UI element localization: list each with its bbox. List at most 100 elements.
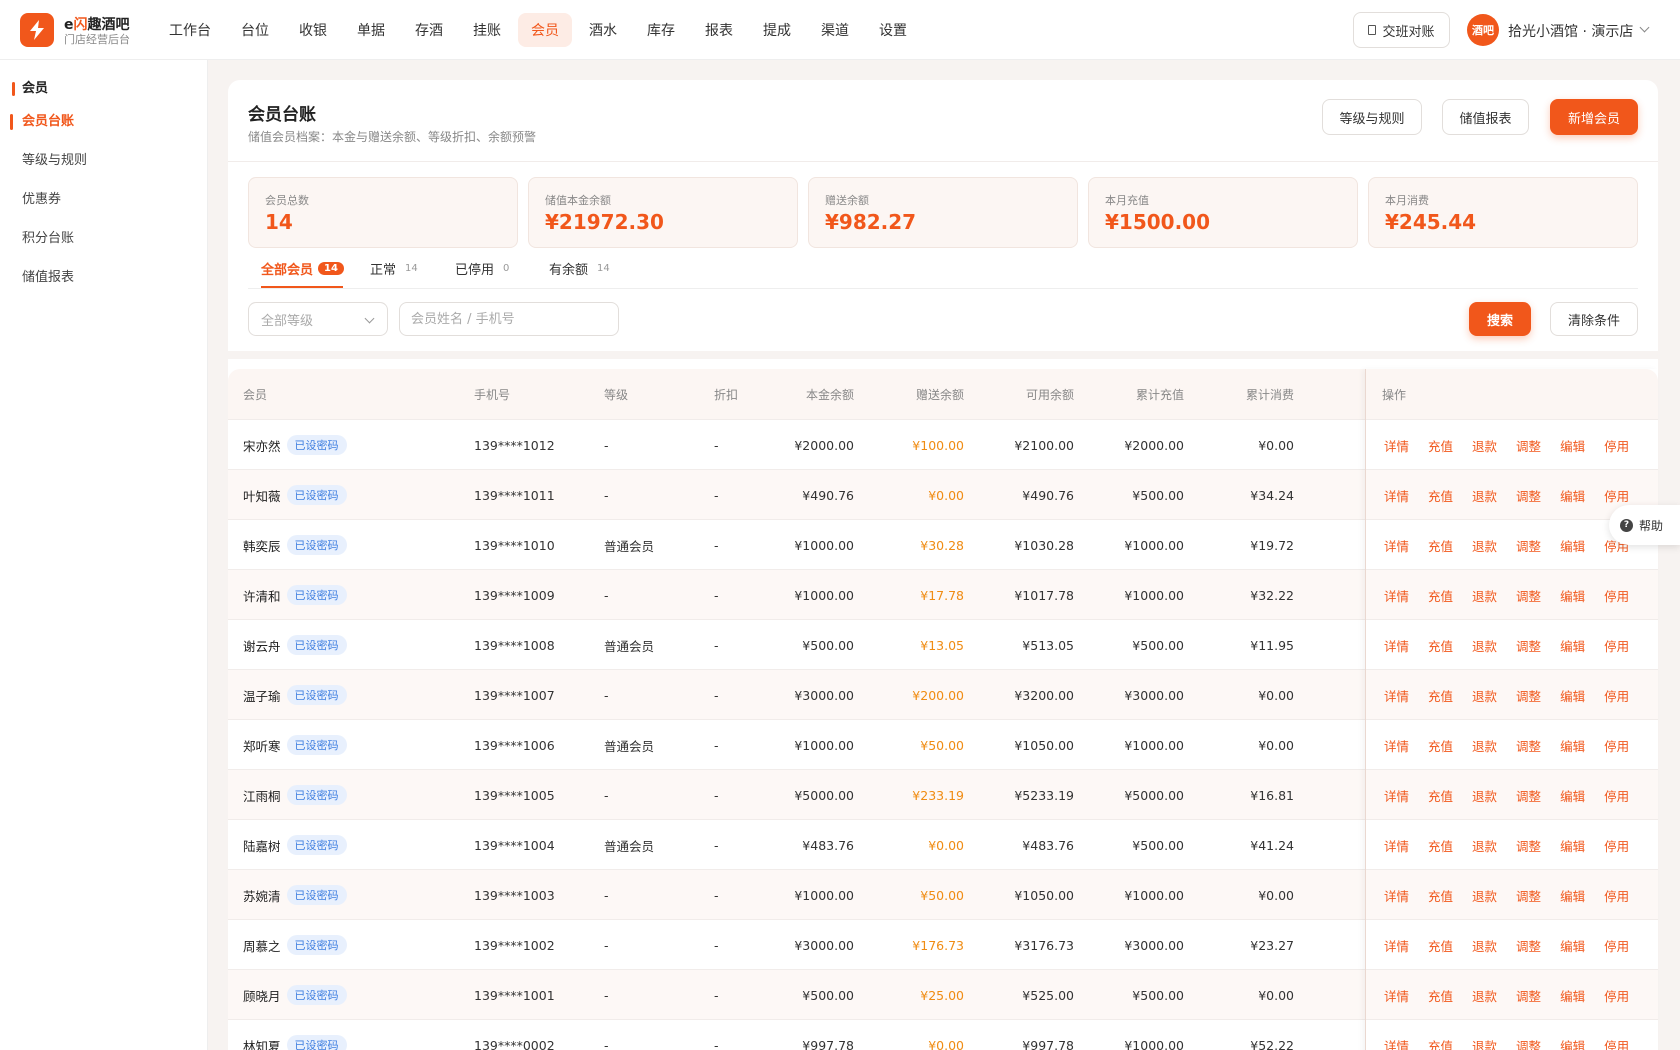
member-cell: 宋亦然 已设密码 [243, 420, 347, 470]
cell-level: - [604, 787, 609, 803]
sidebar-item-2[interactable]: 优惠券 [22, 191, 61, 209]
cell-available: ¥3176.73 [1014, 937, 1074, 953]
nav-item-6[interactable]: 会员 [518, 13, 572, 47]
clear-filters-button[interactable]: 清除条件 [1550, 302, 1638, 336]
level-select[interactable]: 全部等级 [248, 302, 388, 336]
chevron-down-icon[interactable] [1639, 22, 1650, 33]
nav-item-5[interactable]: 挂账 [460, 13, 514, 47]
cell-principal: ¥500.00 [802, 637, 854, 653]
cell-recharge: ¥3000.00 [1124, 937, 1184, 953]
member-name[interactable]: 苏婉清 [243, 886, 281, 905]
member-name[interactable]: 谢云舟 [243, 636, 281, 655]
nav-item-12[interactable]: 设置 [866, 13, 920, 47]
cell-available: ¥1030.28 [1014, 537, 1074, 553]
member-name[interactable]: 陆嘉树 [243, 836, 281, 855]
member-search-input[interactable] [399, 302, 619, 336]
cell-bonus: ¥0.00 [928, 837, 964, 853]
tab-2[interactable]: 已停用 0 [455, 260, 513, 278]
tab-1[interactable]: 正常 14 [370, 260, 422, 278]
column-header-available[interactable]: 可用余额 [974, 369, 1074, 419]
stat-value: ¥982.27 [825, 210, 917, 234]
column-header-member[interactable]: 会员 [243, 369, 443, 419]
column-header-bonus[interactable]: 赠送余额 [864, 369, 964, 419]
password-set-badge: 已设密码 [286, 535, 347, 555]
column-header-phone[interactable]: 手机号 [474, 369, 574, 419]
member-name[interactable]: 许清和 [243, 586, 281, 605]
cell-bonus: ¥30.28 [920, 537, 964, 553]
member-cell: 叶知薇 已设密码 [243, 470, 347, 520]
search-button[interactable]: 搜索 [1469, 302, 1531, 336]
sidebar-item-4[interactable]: 储值报表 [22, 269, 74, 287]
nav-item-11[interactable]: 渠道 [808, 13, 862, 47]
column-header-level[interactable]: 等级 [604, 369, 684, 419]
cell-recharge: ¥1000.00 [1124, 587, 1184, 603]
stat-value: ¥1500.00 [1105, 210, 1211, 234]
handover-button[interactable]: 交班对账 [1353, 12, 1450, 48]
password-set-badge: 已设密码 [286, 985, 347, 1005]
cell-spend: ¥0.00 [1258, 687, 1294, 703]
cell-discount: - [714, 887, 719, 903]
sidebar-item-0[interactable]: 会员台账 [9, 113, 74, 131]
member-name[interactable]: 周慕之 [243, 936, 281, 955]
cell-principal: ¥5000.00 [794, 787, 854, 803]
sidebar-item-3[interactable]: 积分台账 [22, 230, 74, 248]
member-cell: 江雨桐 已设密码 [243, 770, 347, 820]
member-name[interactable]: 林知夏 [243, 1036, 281, 1050]
cell-spend: ¥41.24 [1250, 837, 1294, 853]
cell-available: ¥3200.00 [1014, 687, 1074, 703]
cell-recharge: ¥500.00 [1132, 987, 1184, 1003]
member-cell: 郑听寒 已设密码 [243, 720, 347, 770]
nav-item-0[interactable]: 工作台 [156, 13, 224, 47]
member-table: 会员 手机号 等级 折扣 本金余额 赠送余额 可用余额 累计充值 累计消费 操作 宋亦然 已设密码 1… [228, 369, 1658, 1050]
nav-item-3[interactable]: 单据 [344, 13, 398, 47]
store-name[interactable]: 拾光小酒馆 · 演示店 [1508, 21, 1633, 41]
member-name[interactable]: 江雨桐 [243, 786, 281, 805]
password-set-badge: 已设密码 [286, 885, 347, 905]
stored-value-report-button[interactable]: 储值报表 [1442, 99, 1529, 135]
member-cell: 顾晓月 已设密码 [243, 970, 347, 1020]
question-icon: ? [1620, 518, 1633, 532]
main-nav: 工作台 台位 收银 单据 存酒 挂账 会员 酒水 库存 报表 提成 渠道 设置 [156, 13, 924, 47]
member-name[interactable]: 叶知薇 [243, 486, 281, 505]
cell-available: ¥525.00 [1022, 987, 1074, 1003]
tab-count-badge: 14 [597, 262, 610, 274]
tab-count-badge: 14 [405, 262, 418, 274]
store-avatar[interactable]: 酒吧 [1467, 14, 1499, 46]
cell-available: ¥1050.00 [1014, 737, 1074, 753]
cell-phone: 139****1010 [474, 537, 555, 553]
member-name[interactable]: 温子瑜 [243, 686, 281, 705]
nav-item-7[interactable]: 酒水 [576, 13, 630, 47]
cell-available: ¥2100.00 [1014, 437, 1074, 453]
cell-bonus: ¥25.00 [920, 987, 964, 1003]
cell-phone: 139****1006 [474, 737, 555, 753]
tab-3[interactable]: 有余额 14 [549, 260, 614, 278]
brand-logo[interactable] [20, 13, 54, 47]
column-header-total_spend[interactable]: 累计消费 [1194, 369, 1294, 419]
nav-item-10[interactable]: 提成 [750, 13, 804, 47]
cell-discount: - [714, 537, 719, 553]
member-cell: 陆嘉树 已设密码 [243, 820, 347, 870]
cell-level: - [604, 487, 609, 503]
nav-item-9[interactable]: 报表 [692, 13, 746, 47]
add-member-button[interactable]: 新增会员 [1550, 99, 1638, 135]
cell-phone: 139****1004 [474, 837, 555, 853]
level-rules-button[interactable]: 等级与规则 [1322, 99, 1422, 135]
cell-level: 普通会员 [604, 838, 655, 854]
cell-level: - [604, 687, 609, 703]
cell-phone: 139****1008 [474, 637, 555, 653]
nav-item-1[interactable]: 台位 [228, 13, 282, 47]
column-header-principal[interactable]: 本金余额 [754, 369, 854, 419]
member-name[interactable]: 顾晓月 [243, 986, 281, 1005]
member-name[interactable]: 宋亦然 [243, 436, 281, 455]
nav-item-2[interactable]: 收银 [286, 13, 340, 47]
sidebar-item-1[interactable]: 等级与规则 [22, 152, 87, 170]
column-header-discount[interactable]: 折扣 [714, 369, 754, 419]
nav-item-8[interactable]: 库存 [634, 13, 688, 47]
nav-item-4[interactable]: 存酒 [402, 13, 456, 47]
column-header-total_recharge[interactable]: 累计充值 [1084, 369, 1184, 419]
help-button[interactable]: ? 帮助 [1609, 505, 1680, 545]
tab-0[interactable]: 全部会员 14 [261, 260, 344, 278]
cell-principal: ¥500.00 [802, 987, 854, 1003]
member-name[interactable]: 韩奕辰 [243, 536, 281, 555]
member-name[interactable]: 郑听寒 [243, 736, 281, 755]
